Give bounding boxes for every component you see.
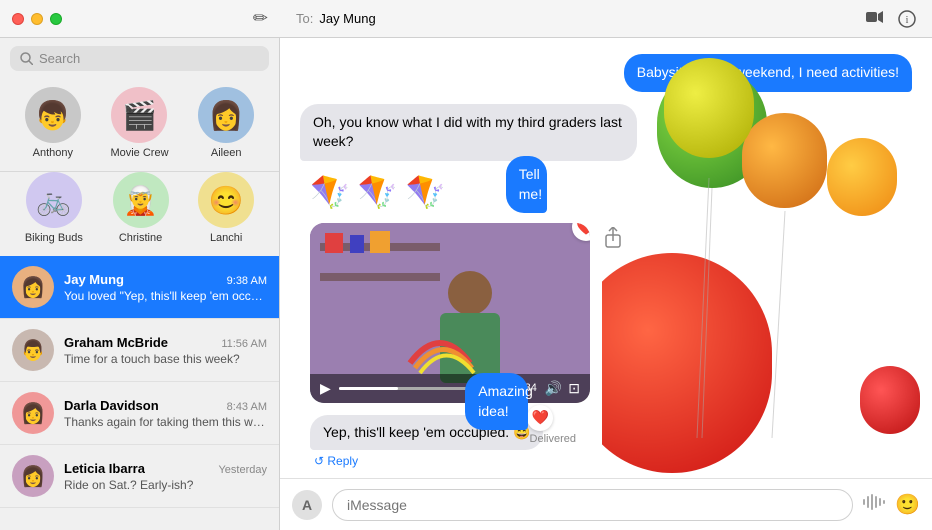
stickers-row: 🪁 🪁 🪁 (300, 173, 912, 211)
search-icon (20, 52, 33, 65)
conv-name-darla-davidson: Darla Davidson (64, 398, 159, 413)
close-button[interactable] (12, 13, 24, 25)
avatar-movie-crew: 🎬 (111, 87, 167, 143)
search-bar[interactable]: Search (10, 46, 269, 71)
maximize-button[interactable] (50, 13, 62, 25)
delivered-label: Delivered (465, 433, 580, 445)
contact-name-aileen: Aileen (211, 147, 242, 159)
conv-name-leticia-ibarra: Leticia Ibarra (64, 461, 145, 476)
msg-babysitting-row: Babysitting this weekend, I need activit… (300, 54, 912, 92)
sidebar: Search 👦 Anthony 🎬 Movie Crew (0, 38, 280, 530)
avatar-lanchi: 😊 (198, 172, 254, 228)
messages-container: Babysitting this weekend, I need activit… (280, 38, 932, 478)
conversation-graham-mcbride[interactable]: 👨 Graham McBride 11:56 AM Time for a tou… (0, 319, 279, 382)
conv-avatar-jay-mung: 👩 (12, 266, 54, 308)
tell-me-bubble: Tell me! (506, 156, 547, 213)
conv-avatar-graham-mcbride: 👨 (12, 329, 54, 371)
app-button[interactable]: A (292, 490, 322, 520)
conv-time-darla-davidson: 8:43 AM (227, 401, 267, 413)
pinned-contact-lanchi[interactable]: 😊 Lanchi (198, 172, 254, 244)
amazing-idea-row: Amazing idea! Delivered (465, 373, 580, 445)
search-placeholder: Search (39, 51, 80, 66)
pinned-contact-movie-crew[interactable]: 🎬 Movie Crew (110, 87, 168, 159)
tell-me-row: Tell me! (506, 156, 580, 213)
sticker-kite-1: 🪁 (310, 173, 350, 211)
msg-babysitting: Babysitting this weekend, I need activit… (624, 54, 912, 92)
input-bar: A 🙂 (280, 478, 932, 530)
emoji-button[interactable]: 🙂 (895, 492, 920, 517)
video-call-icon[interactable] (866, 10, 884, 28)
avatar-biking-buds: 🚲 (26, 172, 82, 228)
recipient-name: Jay Mung (319, 11, 375, 26)
conversation-jay-mung[interactable]: 👩 Jay Mung 9:38 AM You loved "Yep, this'… (0, 256, 279, 319)
message-input[interactable] (332, 489, 853, 521)
contact-name-lanchi: Lanchi (210, 232, 242, 244)
conversation-darla-davidson[interactable]: 👩 Darla Davidson 8:43 AM Thanks again fo… (0, 382, 279, 445)
avatar-aileen: 👩 (198, 87, 254, 143)
video-row: ▶ 0:34 🔊 ⊡ ❤️ (300, 223, 912, 403)
conv-time-jay-mung: 9:38 AM (227, 275, 267, 287)
pinned-contacts-row2: 🚲 Biking Buds 🧝 Christine 😊 Lanchi (0, 172, 279, 256)
conv-time-graham-mcbride: 11:56 AM (221, 338, 267, 350)
amazing-idea-bubble: Amazing idea! (465, 373, 528, 430)
conversation-leticia-ibarra[interactable]: 👩 Leticia Ibarra Yesterday Ride on Sat.?… (0, 445, 279, 508)
traffic-lights (12, 13, 62, 25)
conversation-list: 👩 Jay Mung 9:38 AM You loved "Yep, this'… (0, 256, 279, 530)
header-icons: i (866, 10, 916, 28)
pinned-contacts: 👦 Anthony 🎬 Movie Crew 👩 Aileen (0, 79, 279, 172)
progress-fill (339, 387, 398, 390)
contact-name-movie-crew: Movie Crew (110, 147, 168, 159)
waveform-icon (863, 493, 885, 516)
conv-preview-leticia-ibarra: Ride on Sat.? Early-ish? (64, 478, 267, 492)
recipient-bar: To: Jay Mung i (280, 0, 932, 38)
app-icon: A (302, 497, 312, 513)
pinned-contact-aileen[interactable]: 👩 Aileen (198, 87, 254, 159)
conv-name-graham-mcbride: Graham McBride (64, 335, 168, 350)
sticker-kite-2: 🪁 (358, 173, 398, 211)
pinned-contact-anthony[interactable]: 👦 Anthony (25, 87, 81, 159)
play-button[interactable]: ▶ (320, 380, 331, 397)
conv-details-darla-davidson: Darla Davidson 8:43 AM Thanks again for … (64, 398, 267, 429)
share-button[interactable] (600, 223, 626, 253)
conv-preview-darla-davidson: Thanks again for taking them this weeken… (64, 415, 267, 429)
sticker-kite-3: 🪁 (406, 173, 446, 211)
contact-name-biking-buds: Biking Buds (25, 232, 83, 244)
svg-text:i: i (906, 15, 909, 26)
conv-details-jay-mung: Jay Mung 9:38 AM You loved "Yep, this'll… (64, 272, 267, 303)
conv-avatar-leticia-ibarra: 👩 (12, 455, 54, 497)
reply-button[interactable]: Reply (310, 454, 358, 468)
recipient-label: To: (296, 11, 313, 26)
conv-avatar-darla-davidson: 👩 (12, 392, 54, 434)
contact-name-anthony: Anthony (33, 147, 73, 159)
conv-time-leticia-ibarra: Yesterday (218, 464, 267, 476)
reply-section: ❤️ Yep, this'll keep 'em occupied. 😄 Rep… (300, 415, 912, 468)
pinned-contact-biking-buds[interactable]: 🚲 Biking Buds (25, 172, 83, 244)
pinned-contact-christine[interactable]: 🧝 Christine (113, 172, 169, 244)
chat-area: Babysitting this weekend, I need activit… (280, 38, 932, 530)
msg-third-graders-row: Oh, you know what I did with my third gr… (300, 104, 912, 161)
info-icon[interactable]: i (898, 10, 916, 28)
conv-preview-jay-mung: You loved "Yep, this'll keep 'em occupie… (64, 289, 267, 303)
conv-preview-graham-mcbride: Time for a touch base this week? (64, 352, 267, 366)
conv-details-leticia-ibarra: Leticia Ibarra Yesterday Ride on Sat.? E… (64, 461, 267, 492)
avatar-christine: 🧝 (113, 172, 169, 228)
compose-button[interactable]: ✏ (253, 8, 268, 29)
conv-details-graham-mcbride: Graham McBride 11:56 AM Time for a touch… (64, 335, 267, 366)
conv-name-jay-mung: Jay Mung (64, 272, 124, 287)
contact-name-christine: Christine (119, 232, 162, 244)
minimize-button[interactable] (31, 13, 43, 25)
msg-third-graders: Oh, you know what I did with my third gr… (300, 104, 637, 161)
avatar-anthony: 👦 (25, 87, 81, 143)
